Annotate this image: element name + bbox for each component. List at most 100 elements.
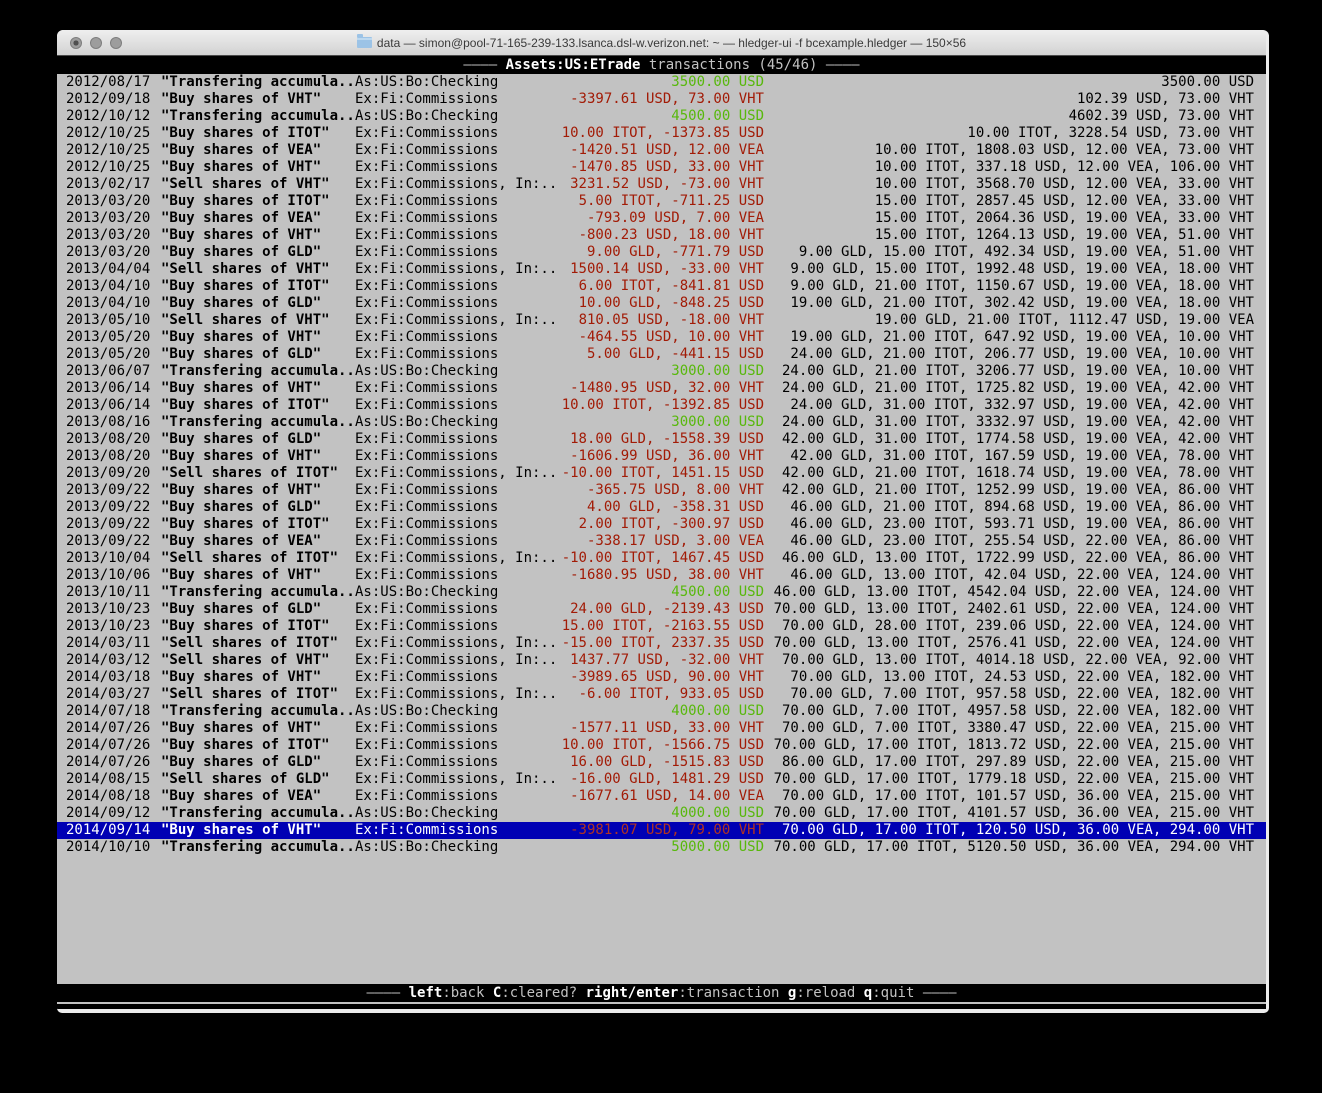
tx-date: 2013/06/14: [57, 397, 161, 414]
transaction-row[interactable]: 2013/06/14 "Buy shares of VHT" Ex:Fi:Com…: [57, 380, 1266, 397]
header-dash-left: ————: [463, 57, 505, 74]
tx-account: Ex:Fi:Commissions, In:..: [355, 176, 560, 193]
tx-description: "Buy shares of VHT": [161, 159, 355, 176]
transaction-row[interactable]: 2013/03/20 "Buy shares of ITOT" Ex:Fi:Co…: [57, 193, 1266, 210]
transaction-row[interactable]: 2013/06/14 "Buy shares of ITOT" Ex:Fi:Co…: [57, 397, 1266, 414]
transaction-row[interactable]: 2012/10/25 "Buy shares of ITOT" Ex:Fi:Co…: [57, 125, 1266, 142]
transaction-row[interactable]: 2014/07/26 "Buy shares of ITOT" Ex:Fi:Co…: [57, 737, 1266, 754]
transaction-row[interactable]: 2013/04/04 "Sell shares of VHT" Ex:Fi:Co…: [57, 261, 1266, 278]
tx-date: 2013/05/10: [57, 312, 161, 329]
tx-amount: 10.00 ITOT, -1566.75 USD: [560, 737, 764, 754]
titlebar[interactable]: data — simon@pool-71-165-239-133.lsanca.…: [57, 30, 1266, 56]
transaction-row[interactable]: 2013/08/16 "Transfering accumula.. As:US…: [57, 414, 1266, 431]
transaction-row[interactable]: 2013/05/10 "Sell shares of VHT" Ex:Fi:Co…: [57, 312, 1266, 329]
tx-description: "Buy shares of ITOT": [161, 397, 355, 414]
tx-date: 2013/04/10: [57, 295, 161, 312]
transaction-row[interactable]: 2013/10/23 "Buy shares of ITOT" Ex:Fi:Co…: [57, 618, 1266, 635]
tx-account: Ex:Fi:Commissions, In:..: [355, 261, 560, 278]
tx-account: Ex:Fi:Commissions: [355, 210, 560, 227]
tx-amount: -1677.61 USD, 14.00 VEA: [560, 788, 764, 805]
transaction-row[interactable]: 2014/03/12 "Sell shares of VHT" Ex:Fi:Co…: [57, 652, 1266, 669]
minimize-button[interactable]: [90, 37, 102, 49]
transaction-row[interactable]: 2013/09/22 "Buy shares of GLD" Ex:Fi:Com…: [57, 499, 1266, 516]
transaction-row[interactable]: 2013/03/20 "Buy shares of GLD" Ex:Fi:Com…: [57, 244, 1266, 261]
tx-amount: 10.00 ITOT, -1392.85 USD: [560, 397, 764, 414]
tx-description: "Buy shares of ITOT": [161, 278, 355, 295]
transaction-row[interactable]: 2012/10/12 "Transfering accumula.. As:US…: [57, 108, 1266, 125]
footer-dash-left: ————: [366, 985, 408, 1002]
tx-date: 2012/10/25: [57, 159, 161, 176]
transaction-row[interactable]: 2014/08/18 "Buy shares of VEA" Ex:Fi:Com…: [57, 788, 1266, 805]
tx-date: 2013/09/22: [57, 482, 161, 499]
tx-date: 2013/02/17: [57, 176, 161, 193]
transaction-row[interactable]: 2013/04/10 "Buy shares of GLD" Ex:Fi:Com…: [57, 295, 1266, 312]
transaction-row[interactable]: 2012/09/18 "Buy shares of VHT" Ex:Fi:Com…: [57, 91, 1266, 108]
transaction-row[interactable]: 2014/09/12 "Transfering accumula.. As:US…: [57, 805, 1266, 822]
tx-balance: 15.00 ITOT, 2064.36 USD, 19.00 VEA, 33.0…: [764, 210, 1266, 227]
transaction-row[interactable]: 2012/08/17 "Transfering accumula.. As:US…: [57, 74, 1266, 91]
zoom-button[interactable]: [110, 37, 122, 49]
tx-balance: 4602.39 USD, 73.00 VHT: [764, 108, 1266, 125]
transaction-row[interactable]: 2013/03/20 "Buy shares of VEA" Ex:Fi:Com…: [57, 210, 1266, 227]
transaction-row[interactable]: 2013/09/22 "Buy shares of VEA" Ex:Fi:Com…: [57, 533, 1266, 550]
header-dash-right: ————: [817, 57, 859, 74]
tx-balance: 24.00 GLD, 21.00 ITOT, 206.77 USD, 19.00…: [764, 346, 1266, 363]
transaction-row[interactable]: 2013/08/20 "Buy shares of VHT" Ex:Fi:Com…: [57, 448, 1266, 465]
tx-amount: 10.00 GLD, -848.25 USD: [560, 295, 764, 312]
transaction-row[interactable]: 2013/05/20 "Buy shares of VHT" Ex:Fi:Com…: [57, 329, 1266, 346]
transaction-row[interactable]: 2013/09/22 "Buy shares of ITOT" Ex:Fi:Co…: [57, 516, 1266, 533]
transaction-row[interactable]: 2012/10/25 "Buy shares of VHT" Ex:Fi:Com…: [57, 159, 1266, 176]
tx-description: "Buy shares of ITOT": [161, 737, 355, 754]
tx-date: 2014/07/18: [57, 703, 161, 720]
tx-account: As:US:Bo:Checking: [355, 74, 560, 91]
tx-date: 2014/09/12: [57, 805, 161, 822]
tx-description: "Transfering accumula..: [161, 74, 355, 91]
tx-account: Ex:Fi:Commissions, In:..: [355, 635, 560, 652]
close-button[interactable]: [70, 37, 82, 49]
tx-description: "Buy shares of VHT": [161, 720, 355, 737]
transaction-row[interactable]: 2013/05/20 "Buy shares of GLD" Ex:Fi:Com…: [57, 346, 1266, 363]
transaction-row[interactable]: 2013/06/07 "Transfering accumula.. As:US…: [57, 363, 1266, 380]
key-hint-key: q: [864, 985, 872, 1002]
transaction-row[interactable]: 2013/09/20 "Sell shares of ITOT" Ex:Fi:C…: [57, 465, 1266, 482]
tx-balance: 70.00 GLD, 13.00 ITOT, 2576.41 USD, 22.0…: [764, 635, 1266, 652]
transaction-row[interactable]: 2014/07/18 "Transfering accumula.. As:US…: [57, 703, 1266, 720]
transaction-row[interactable]: 2013/09/22 "Buy shares of VHT" Ex:Fi:Com…: [57, 482, 1266, 499]
transaction-row[interactable]: 2014/09/14 "Buy shares of VHT" Ex:Fi:Com…: [57, 822, 1266, 839]
transaction-row[interactable]: 2013/03/20 "Buy shares of VHT" Ex:Fi:Com…: [57, 227, 1266, 244]
key-hint-desc: :back: [442, 985, 493, 1002]
transaction-row[interactable]: 2013/10/04 "Sell shares of ITOT" Ex:Fi:C…: [57, 550, 1266, 567]
transaction-row[interactable]: 2014/03/11 "Sell shares of ITOT" Ex:Fi:C…: [57, 635, 1266, 652]
tx-amount: -464.55 USD, 10.00 VHT: [560, 329, 764, 346]
transaction-row[interactable]: 2012/10/25 "Buy shares of VEA" Ex:Fi:Com…: [57, 142, 1266, 159]
tx-date: 2014/07/26: [57, 754, 161, 771]
tx-date: 2014/03/18: [57, 669, 161, 686]
transaction-row[interactable]: 2013/04/10 "Buy shares of ITOT" Ex:Fi:Co…: [57, 278, 1266, 295]
transaction-row[interactable]: 2013/08/20 "Buy shares of GLD" Ex:Fi:Com…: [57, 431, 1266, 448]
transaction-row[interactable]: 2014/08/15 "Sell shares of GLD" Ex:Fi:Co…: [57, 771, 1266, 788]
folder-icon: [357, 37, 372, 48]
transaction-row[interactable]: 2013/02/17 "Sell shares of VHT" Ex:Fi:Co…: [57, 176, 1266, 193]
tx-balance: 70.00 GLD, 13.00 ITOT, 4014.18 USD, 22.0…: [764, 652, 1266, 669]
transaction-row[interactable]: 2014/07/26 "Buy shares of VHT" Ex:Fi:Com…: [57, 720, 1266, 737]
tx-amount: 4000.00 USD: [560, 805, 764, 822]
transaction-row[interactable]: 2014/03/18 "Buy shares of VHT" Ex:Fi:Com…: [57, 669, 1266, 686]
tx-balance: 70.00 GLD, 17.00 ITOT, 120.50 USD, 36.00…: [764, 822, 1266, 839]
tx-balance: 9.00 GLD, 15.00 ITOT, 1992.48 USD, 19.00…: [764, 261, 1266, 278]
tx-account: As:US:Bo:Checking: [355, 805, 560, 822]
tx-date: 2014/03/12: [57, 652, 161, 669]
transaction-row[interactable]: 2014/10/10 "Transfering accumula.. As:US…: [57, 839, 1266, 856]
tx-amount: 10.00 ITOT, -1373.85 USD: [560, 125, 764, 142]
tx-account: Ex:Fi:Commissions: [355, 788, 560, 805]
tx-description: "Transfering accumula..: [161, 414, 355, 431]
transaction-row[interactable]: 2014/03/27 "Sell shares of ITOT" Ex:Fi:C…: [57, 686, 1266, 703]
transaction-row[interactable]: 2013/10/11 "Transfering accumula.. As:US…: [57, 584, 1266, 601]
tx-description: "Buy shares of GLD": [161, 431, 355, 448]
tx-balance: 46.00 GLD, 13.00 ITOT, 42.04 USD, 22.00 …: [764, 567, 1266, 584]
tx-description: "Buy shares of VHT": [161, 91, 355, 108]
transaction-row[interactable]: 2013/10/23 "Buy shares of GLD" Ex:Fi:Com…: [57, 601, 1266, 618]
transaction-row[interactable]: 2014/07/26 "Buy shares of GLD" Ex:Fi:Com…: [57, 754, 1266, 771]
transaction-row[interactable]: 2013/10/06 "Buy shares of VHT" Ex:Fi:Com…: [57, 567, 1266, 584]
tx-description: "Buy shares of GLD": [161, 754, 355, 771]
key-hint-desc: :transaction: [678, 985, 788, 1002]
